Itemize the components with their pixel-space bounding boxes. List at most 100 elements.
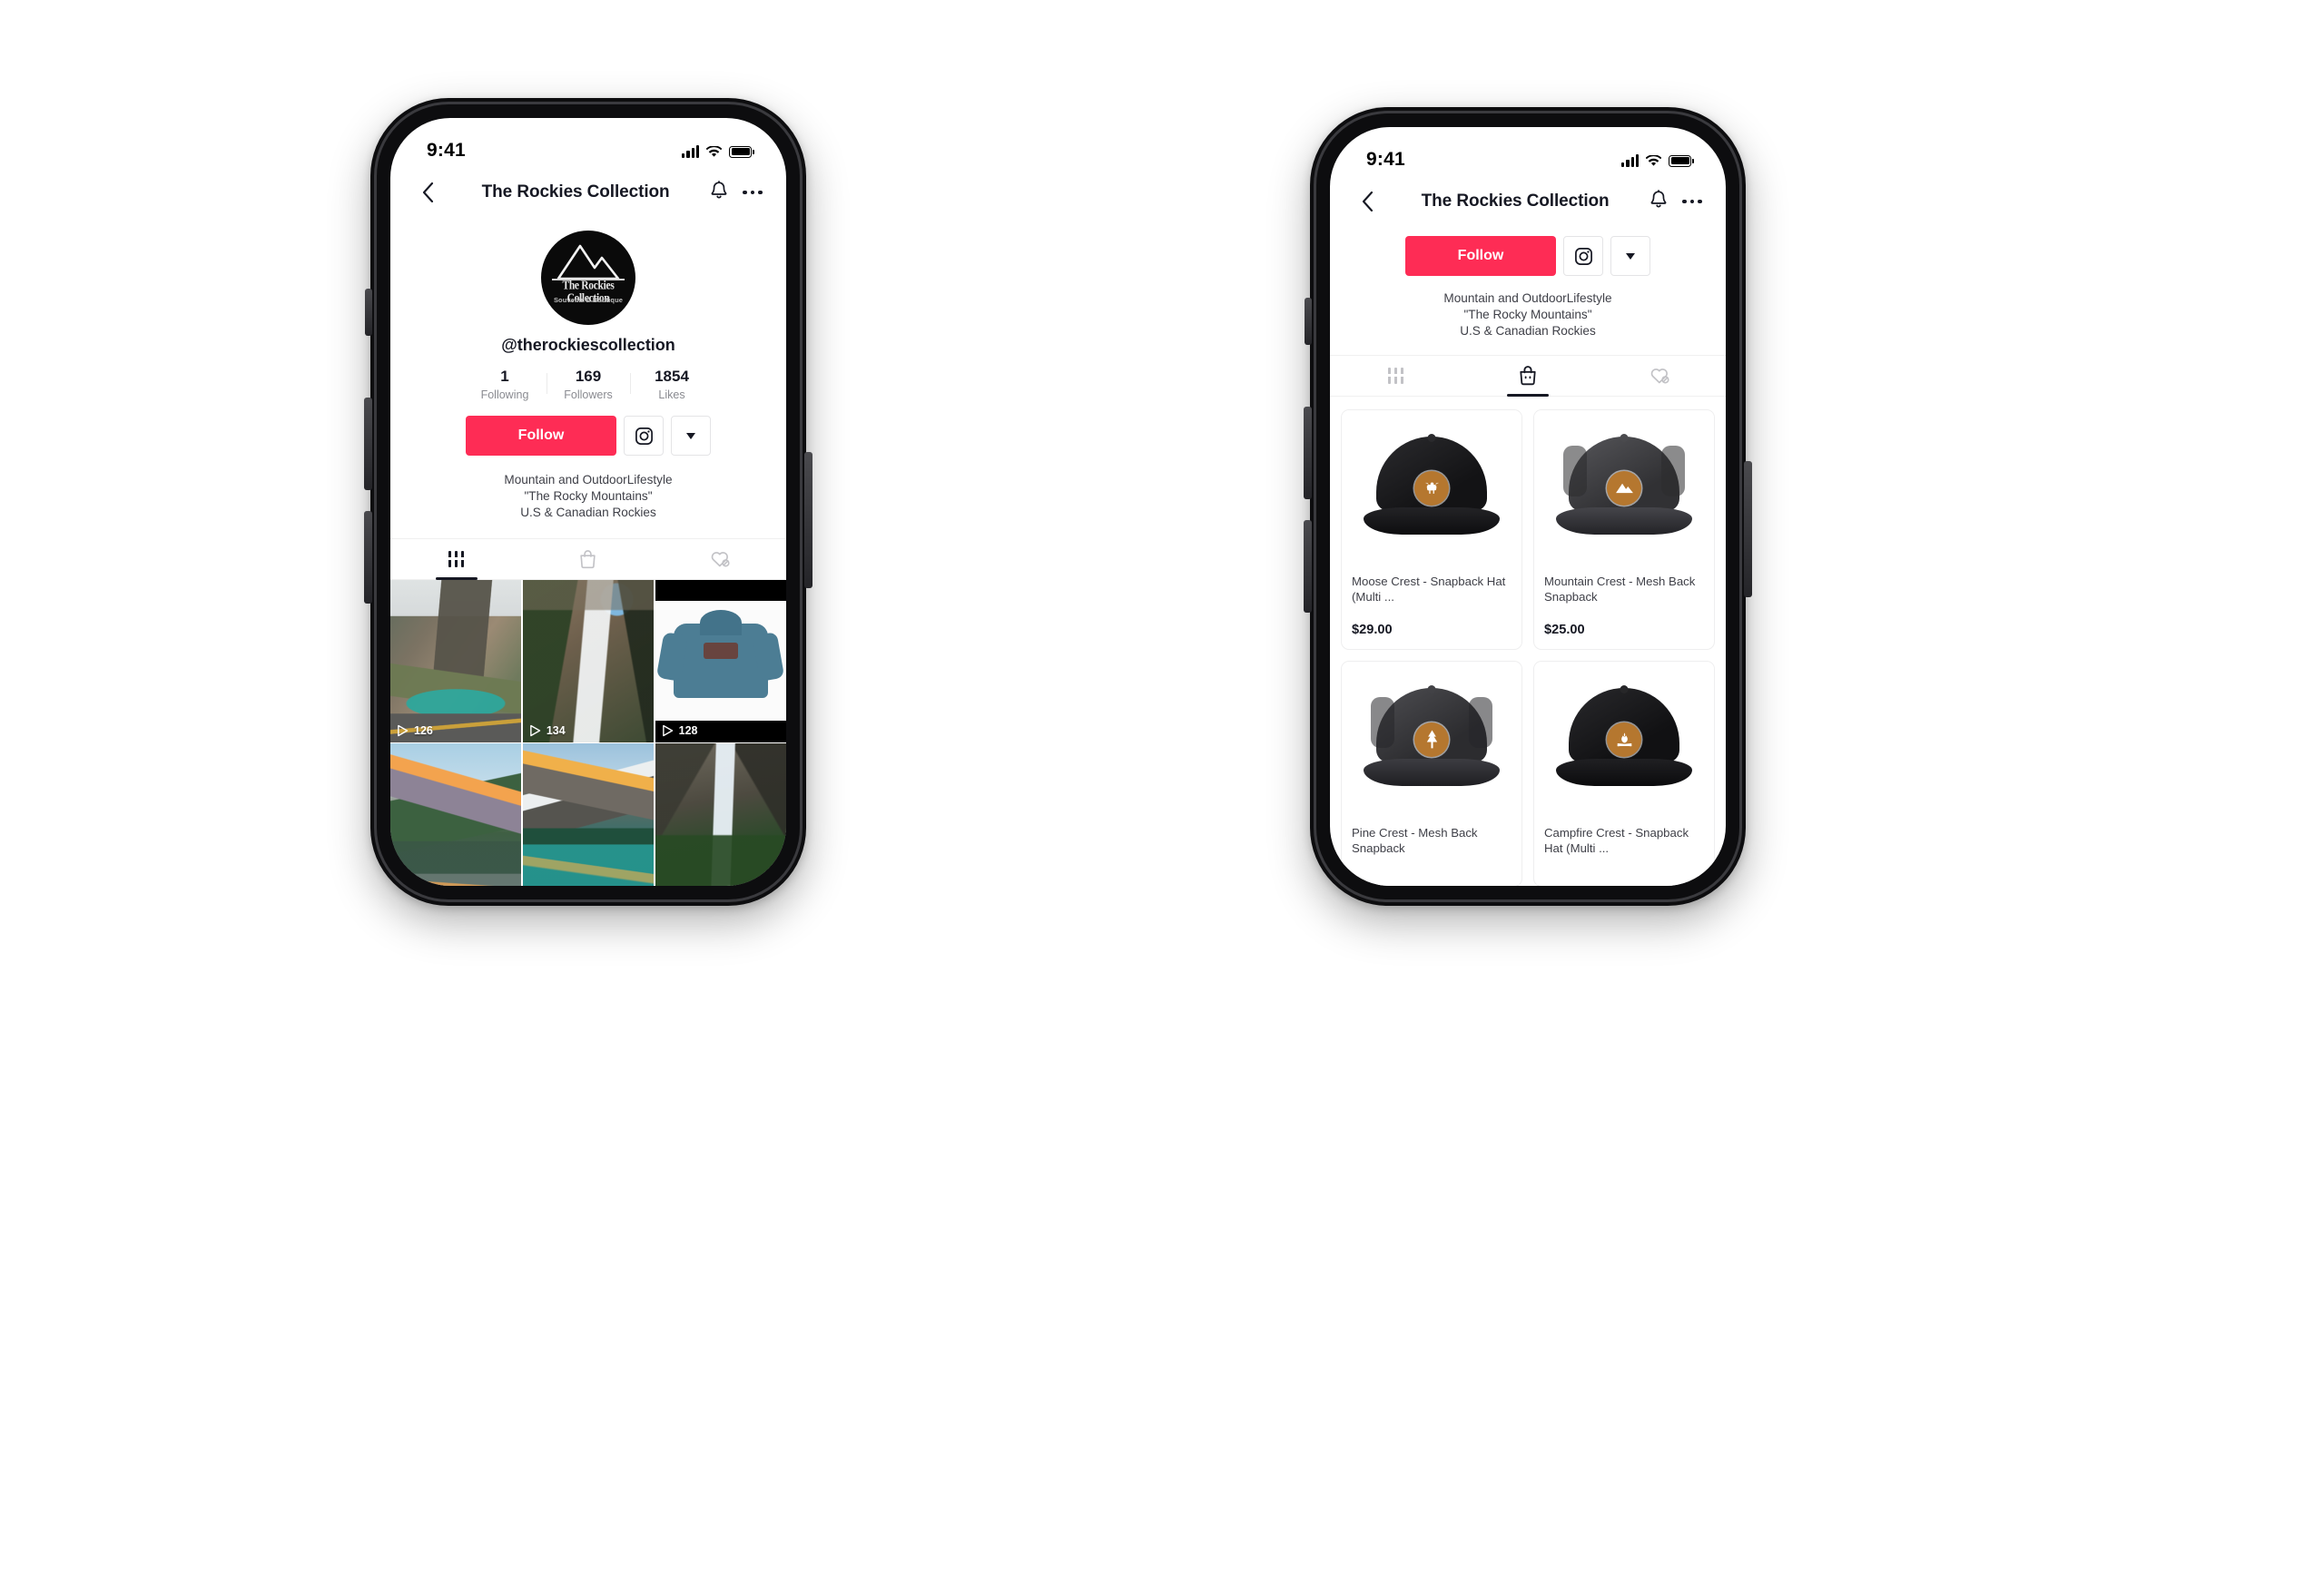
profile-actions: Follow (1330, 236, 1726, 276)
heart-locked-icon (1650, 369, 1669, 384)
profile-handle: @therockiescollection (501, 336, 675, 354)
caret-down-icon (686, 432, 695, 439)
phone-mute-switch[interactable] (365, 289, 372, 336)
product-card[interactable]: Pine Crest - Mesh Back Snapback (1341, 660, 1522, 886)
profile-actions: Follow (390, 416, 786, 456)
avatar-logo-line2: Souvenir & Boutique (553, 296, 624, 304)
status-bar: 9:41 (1330, 127, 1726, 176)
stat-likes[interactable]: 1854 Likes (630, 368, 714, 401)
tab-liked[interactable] (1594, 356, 1726, 396)
battery-icon (1669, 154, 1694, 167)
shopping-bag-icon (1520, 366, 1536, 386)
bio-line-3: U.S & Canadian Rockies (1460, 324, 1596, 339)
phone-screen-right: 9:41 The Rockies Collection Follow Mount… (1330, 127, 1726, 886)
phone-mute-switch[interactable] (1305, 298, 1312, 345)
play-icon (398, 724, 409, 736)
more-horizontal-icon[interactable] (743, 190, 763, 195)
phone-mockup-left: 9:41 The Rockies Collection The Rockies … (364, 98, 812, 906)
play-icon (662, 724, 673, 736)
battery-icon (729, 145, 754, 158)
profile-bio: Mountain and OutdoorLifestyle "The Rocky… (390, 472, 786, 522)
phone-volume-down-button[interactable] (364, 511, 372, 604)
tab-videos[interactable] (390, 539, 522, 580)
back-button[interactable] (1354, 192, 1381, 211)
tab-videos[interactable] (1330, 356, 1462, 396)
stat-followers[interactable]: 169 Followers (547, 368, 630, 401)
pine-crest-icon (1414, 722, 1449, 757)
instagram-icon[interactable] (1563, 236, 1603, 276)
video-view-count: 128 (662, 724, 698, 737)
video-thumbnail[interactable]: 128 (655, 579, 786, 742)
nav-bar: The Rockies Collection (1330, 176, 1726, 227)
product-image (1534, 661, 1714, 816)
status-bar-time: 9:41 (427, 140, 466, 161)
product-title: Campfire Crest - Snapback Hat (Multi ... (1544, 825, 1689, 856)
profile-bio: Mountain and OutdoorLifestyle "The Rocky… (1330, 290, 1726, 340)
phone-mockup-right: 9:41 The Rockies Collection Follow Mount… (1304, 107, 1752, 906)
caret-down-icon (1626, 252, 1635, 260)
profile-tabs (390, 537, 786, 580)
bio-line-2: "The Rocky Mountains" (524, 489, 653, 504)
bell-icon[interactable] (1649, 189, 1668, 214)
profile-stats: 1 Following 169 Followers 1854 Likes (390, 368, 786, 401)
mountain-crest-icon (1607, 470, 1641, 506)
more-actions-dropdown[interactable] (1610, 236, 1650, 276)
bio-line-3: U.S & Canadian Rockies (520, 506, 656, 520)
bio-line-2: "The Rocky Mountains" (1463, 308, 1592, 322)
phone-screen-left: 9:41 The Rockies Collection The Rockies … (390, 118, 786, 886)
stat-following[interactable]: 1 Following (463, 368, 547, 401)
cellular-signal-icon (682, 144, 699, 158)
avatar[interactable]: The Rockies Collection Souvenir & Boutiq… (390, 231, 786, 325)
product-image (1342, 661, 1521, 816)
phone-volume-down-button[interactable] (1304, 520, 1312, 613)
instagram-icon[interactable] (624, 416, 664, 456)
stat-followers-label: Followers (564, 388, 613, 401)
product-card[interactable]: Moose Crest - Snapback Hat (Multi ... $2… (1341, 408, 1522, 650)
stat-following-label: Following (480, 388, 529, 401)
bio-line-1: Mountain and OutdoorLifestyle (1443, 291, 1612, 305)
video-thumbnail[interactable]: 151 (390, 743, 522, 886)
back-button[interactable] (414, 182, 441, 202)
wifi-icon (706, 145, 722, 158)
heart-locked-icon (711, 552, 730, 567)
follow-button[interactable]: Follow (466, 416, 616, 456)
stat-likes-value: 1854 (655, 368, 689, 385)
follow-button[interactable]: Follow (1405, 236, 1556, 276)
grid-bars-icon (1387, 367, 1404, 384)
wifi-icon (1646, 154, 1661, 167)
phone-power-button[interactable] (804, 452, 812, 588)
campfire-crest-icon (1607, 722, 1641, 757)
tab-shop[interactable] (522, 539, 654, 579)
product-card[interactable]: Campfire Crest - Snapback Hat (Multi ... (1533, 660, 1715, 886)
product-price: $29.00 (1352, 622, 1393, 637)
phone-volume-up-button[interactable] (364, 398, 372, 490)
stat-likes-label: Likes (658, 388, 685, 401)
more-horizontal-icon[interactable] (1682, 199, 1702, 204)
cellular-signal-icon (1621, 153, 1639, 167)
stat-following-value: 1 (500, 368, 509, 385)
product-image (1342, 409, 1521, 565)
product-grid: Moose Crest - Snapback Hat (Multi ... $2… (1341, 408, 1715, 886)
profile-tabs (1330, 354, 1726, 397)
product-title: Pine Crest - Mesh Back Snapback (1352, 825, 1478, 856)
mountain-logo-icon (556, 244, 620, 280)
phone-volume-up-button[interactable] (1304, 407, 1312, 499)
video-thumbnail[interactable]: 146 (655, 743, 786, 886)
shop-tab-panel: Moose Crest - Snapback Hat (Multi ... $2… (1330, 397, 1726, 886)
status-bar: 9:41 (390, 118, 786, 167)
product-price: $25.00 (1544, 622, 1585, 637)
video-view-count: 134 (529, 724, 566, 737)
page-title: The Rockies Collection (1421, 192, 1610, 211)
bell-icon[interactable] (710, 180, 728, 205)
tab-liked[interactable] (655, 539, 786, 579)
tab-shop[interactable] (1462, 356, 1593, 397)
product-card[interactable]: Mountain Crest - Mesh Back Snapback $25.… (1533, 408, 1715, 650)
phone-power-button[interactable] (1744, 461, 1752, 597)
video-thumbnail[interactable]: 134 (522, 579, 655, 742)
shopping-bag-icon (580, 549, 596, 568)
product-image (1534, 409, 1714, 565)
video-thumbnail[interactable]: 126 (390, 579, 522, 742)
play-icon (529, 724, 541, 736)
more-actions-dropdown[interactable] (671, 416, 711, 456)
video-thumbnail[interactable]: 160 (522, 743, 655, 886)
